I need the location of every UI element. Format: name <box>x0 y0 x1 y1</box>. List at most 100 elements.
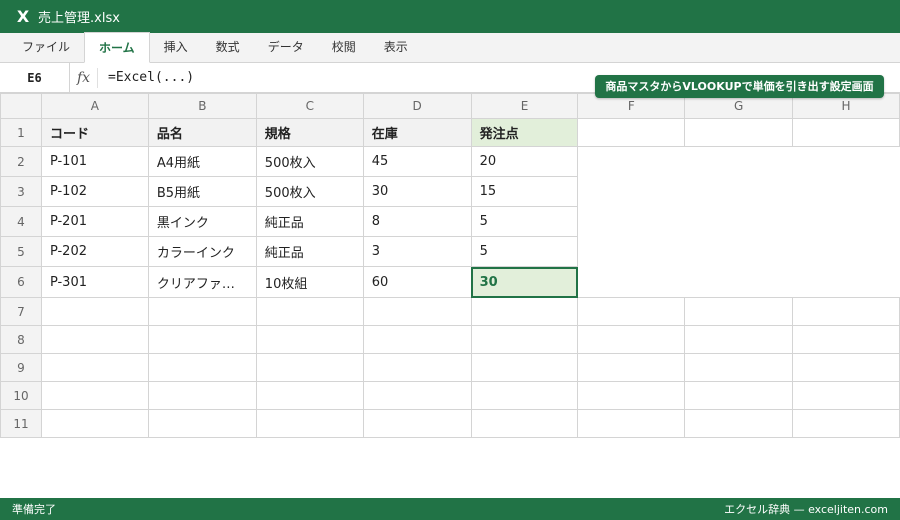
cell-empty[interactable] <box>684 325 794 354</box>
cell[interactable]: P-201 <box>40 206 149 237</box>
cell[interactable]: 5 <box>470 236 579 267</box>
cell-header[interactable]: 発注点 <box>470 118 579 147</box>
cell-empty[interactable] <box>685 147 793 177</box>
cell-empty[interactable] <box>147 297 257 326</box>
cell-empty[interactable] <box>577 409 686 438</box>
cell-empty[interactable] <box>578 147 685 177</box>
cell-empty[interactable] <box>793 237 900 267</box>
cell-header[interactable]: 品名 <box>147 118 257 147</box>
tab-review[interactable]: 校閲 <box>318 32 370 62</box>
cell-empty[interactable] <box>792 381 900 410</box>
cell[interactable]: B5用紙 <box>147 176 257 207</box>
cell-empty[interactable] <box>40 353 149 382</box>
cell-empty[interactable] <box>255 297 364 326</box>
cell[interactable]: P-102 <box>40 176 149 207</box>
cell-empty[interactable] <box>147 353 257 382</box>
cell-empty[interactable] <box>362 409 472 438</box>
cell-empty[interactable] <box>362 353 472 382</box>
tab-formulas[interactable]: 数式 <box>202 32 254 62</box>
cell[interactable]: カラーインク <box>147 236 257 267</box>
cell-empty[interactable] <box>147 409 257 438</box>
cell-empty[interactable] <box>577 325 686 354</box>
cell[interactable]: 15 <box>470 176 579 207</box>
cell[interactable]: 8 <box>362 206 472 237</box>
cell-empty[interactable] <box>793 177 900 207</box>
cell-empty[interactable] <box>40 297 149 326</box>
cell-empty[interactable] <box>793 147 900 177</box>
cell-empty[interactable] <box>792 353 900 382</box>
select-all-corner[interactable] <box>0 93 42 119</box>
cell-empty[interactable] <box>684 409 794 438</box>
cell[interactable]: 30 <box>362 176 472 207</box>
cell[interactable]: A4用紙 <box>147 146 257 177</box>
cell[interactable]: 純正品 <box>255 206 364 237</box>
column-header[interactable]: D <box>362 93 472 119</box>
cell-empty[interactable] <box>792 297 900 326</box>
cell[interactable]: P-202 <box>40 236 149 267</box>
tab-file[interactable]: ファイル <box>8 32 84 62</box>
row-header[interactable]: 8 <box>0 325 42 354</box>
cell-empty[interactable] <box>685 267 793 298</box>
tab-insert[interactable]: 挿入 <box>150 32 202 62</box>
row-header[interactable]: 7 <box>0 297 42 326</box>
cell-empty[interactable] <box>792 409 900 438</box>
cell-header[interactable]: 在庫 <box>362 118 472 147</box>
column-header[interactable]: B <box>147 93 257 119</box>
cell-empty[interactable] <box>577 297 686 326</box>
cell-empty[interactable] <box>684 381 794 410</box>
cell-empty[interactable] <box>470 381 579 410</box>
cell-empty[interactable] <box>684 297 794 326</box>
cell-empty[interactable] <box>255 409 364 438</box>
cell-empty[interactable] <box>147 325 257 354</box>
cell-empty[interactable] <box>685 207 793 237</box>
cell[interactable]: 10枚組 <box>255 266 364 298</box>
cell-empty[interactable] <box>685 237 793 267</box>
cell[interactable]: 黒インク <box>147 206 257 237</box>
row-header[interactable]: 6 <box>0 266 42 298</box>
row-header[interactable]: 1 <box>0 118 42 147</box>
cell-empty[interactable] <box>793 207 900 237</box>
cell-empty[interactable] <box>362 297 472 326</box>
formula-input[interactable]: =Excel(...) <box>98 70 194 85</box>
cell-empty[interactable] <box>578 207 685 237</box>
cell-header[interactable]: 規格 <box>255 118 364 147</box>
cell[interactable]: P-301 <box>40 266 149 298</box>
cell-empty[interactable] <box>255 381 364 410</box>
tab-home[interactable]: ホーム <box>84 32 150 63</box>
tab-view[interactable]: 表示 <box>370 32 422 62</box>
column-header[interactable]: C <box>255 93 364 119</box>
column-header[interactable]: E <box>470 93 579 119</box>
fx-icon[interactable]: fx <box>70 67 98 88</box>
tab-data[interactable]: データ <box>254 32 318 62</box>
row-header[interactable]: 2 <box>0 146 42 177</box>
cell-empty[interactable] <box>470 325 579 354</box>
cell-empty[interactable] <box>793 267 900 298</box>
cell-empty[interactable] <box>470 353 579 382</box>
row-header[interactable]: 11 <box>0 409 42 438</box>
cell-empty[interactable] <box>792 325 900 354</box>
cell[interactable]: 60 <box>362 266 472 298</box>
cell-empty[interactable] <box>577 353 686 382</box>
cell-empty[interactable] <box>255 325 364 354</box>
cell[interactable]: 500枚入 <box>255 176 364 207</box>
cell-empty[interactable] <box>362 381 472 410</box>
cell[interactable]: 純正品 <box>255 236 364 267</box>
cell-empty[interactable] <box>40 325 149 354</box>
name-box[interactable]: E6 <box>0 62 70 93</box>
cell-empty[interactable] <box>578 237 685 267</box>
row-header[interactable]: 3 <box>0 176 42 207</box>
cell[interactable]: 20 <box>470 146 579 177</box>
cell-empty[interactable] <box>255 353 364 382</box>
row-header[interactable]: 9 <box>0 353 42 382</box>
cell-empty[interactable] <box>684 118 794 147</box>
row-header[interactable]: 4 <box>0 206 42 237</box>
cell-empty[interactable] <box>40 381 149 410</box>
row-header[interactable]: 10 <box>0 381 42 410</box>
cell-empty[interactable] <box>147 381 257 410</box>
cell-empty[interactable] <box>684 353 794 382</box>
selected-cell[interactable]: 30 <box>470 266 579 298</box>
cell[interactable]: 5 <box>470 206 579 237</box>
cell[interactable]: P-101 <box>40 146 149 177</box>
cell[interactable]: 3 <box>362 236 472 267</box>
cell[interactable]: 500枚入 <box>255 146 364 177</box>
